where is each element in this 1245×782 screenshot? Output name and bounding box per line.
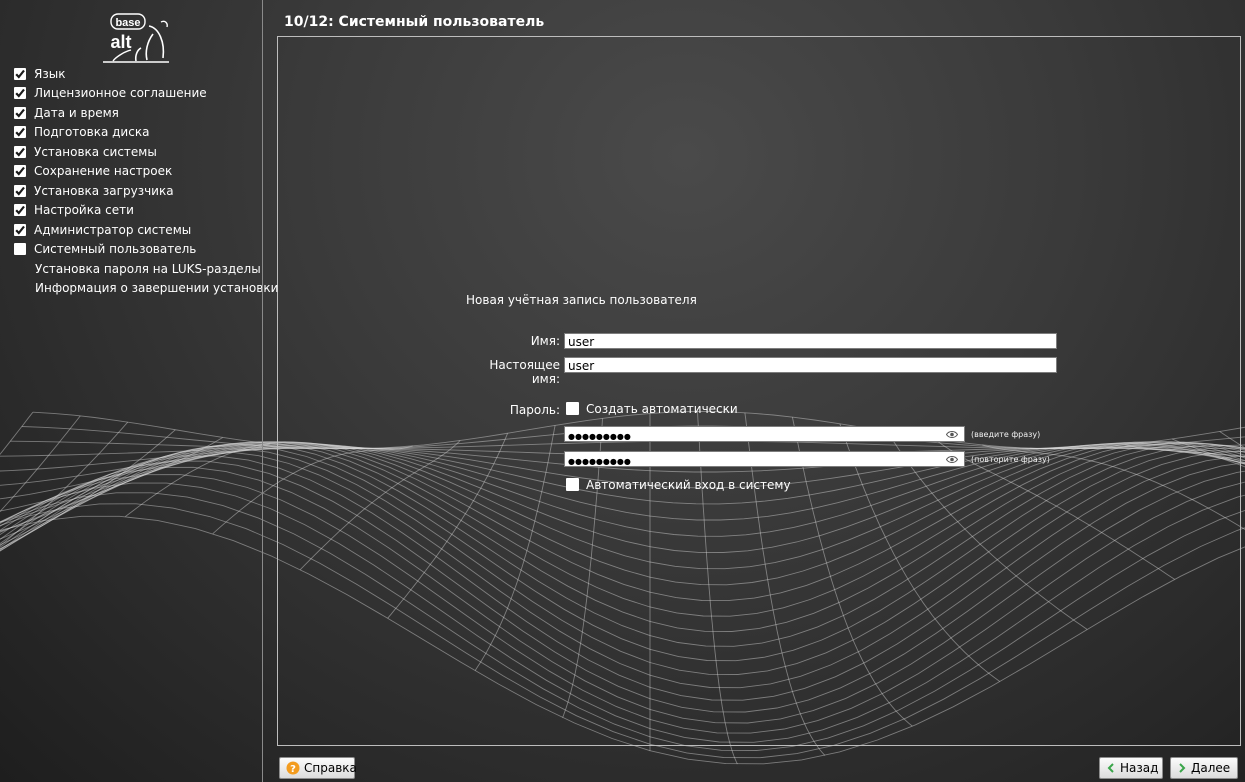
auto-password-label: Создать автоматически bbox=[586, 402, 738, 416]
arrow-left-icon bbox=[1106, 763, 1116, 773]
password-hint: (введите фразу) bbox=[971, 430, 1041, 439]
step-label: Подготовка диска bbox=[34, 125, 150, 140]
realname-input[interactable]: user bbox=[564, 357, 1057, 373]
eye-icon[interactable] bbox=[946, 430, 958, 439]
step-checked-checkbox bbox=[14, 165, 26, 178]
check-icon bbox=[15, 128, 25, 137]
step-unchecked-checkbox bbox=[14, 243, 26, 256]
step-label: Дата и время bbox=[34, 105, 119, 120]
step-label: Лицензионное соглашение bbox=[34, 86, 207, 101]
password-repeat-hint: (повторите фразу) bbox=[971, 455, 1050, 464]
check-icon bbox=[15, 167, 25, 176]
step-item: Сохранение настроек bbox=[0, 162, 262, 182]
step-item: Системный пользователь bbox=[0, 240, 262, 260]
page-title: 10/12: Системный пользователь bbox=[284, 14, 545, 30]
step-label: Сохранение настроек bbox=[34, 164, 173, 179]
step-checked-checkbox bbox=[14, 184, 26, 197]
check-icon bbox=[15, 108, 25, 118]
step-item: Язык bbox=[0, 64, 262, 84]
help-button-label: Справка bbox=[304, 761, 357, 775]
step-item: Установка системы bbox=[0, 142, 262, 162]
check-icon bbox=[15, 186, 25, 196]
step-label: Системный пользователь bbox=[34, 242, 197, 257]
name-input[interactable]: user bbox=[564, 333, 1057, 349]
arrow-right-icon bbox=[1177, 763, 1187, 773]
check-icon bbox=[15, 147, 25, 157]
basealt-logo: base alt bbox=[101, 12, 171, 64]
step-item: Администратор системы bbox=[0, 220, 262, 240]
name-label: Имя: bbox=[530, 334, 560, 348]
back-button-label: Назад bbox=[1120, 761, 1159, 775]
password-repeat-input[interactable]: ●●●●●●●●● bbox=[564, 451, 965, 467]
main-panel bbox=[277, 36, 1241, 746]
password-repeat-mask: ●●●●●●●●● bbox=[568, 457, 631, 466]
installer-steps: Язык Лицензионное соглашение Дата и время П… bbox=[0, 64, 278, 299]
check-icon bbox=[15, 206, 25, 215]
step-label: Установка системы bbox=[34, 144, 157, 159]
step-label: Установка загрузчика bbox=[34, 183, 174, 198]
autologin-checkbox[interactable] bbox=[566, 478, 579, 491]
step-checked-checkbox bbox=[14, 67, 26, 80]
step-checked-checkbox bbox=[14, 87, 26, 100]
step-checked-checkbox bbox=[14, 204, 26, 217]
step-item: Настройка сети bbox=[0, 201, 262, 221]
step-checked-checkbox bbox=[14, 126, 26, 139]
realname-label: Настоящее имя: bbox=[489, 358, 560, 386]
step-checked-checkbox bbox=[14, 106, 26, 119]
help-icon: ? bbox=[286, 761, 300, 775]
password-mask: ●●●●●●●●● bbox=[568, 432, 631, 441]
check-icon bbox=[15, 89, 25, 98]
step-item: Лицензионное соглашение bbox=[0, 84, 262, 104]
step-item: Подготовка диска bbox=[0, 123, 262, 143]
autologin-label: Автоматический вход в систему bbox=[586, 478, 791, 492]
section-title: Новая учётная запись пользователя bbox=[466, 293, 697, 307]
password-label: Пароль: bbox=[509, 403, 560, 417]
check-icon bbox=[15, 225, 25, 235]
next-button-label: Далее bbox=[1191, 761, 1231, 775]
step-item: Дата и время bbox=[0, 103, 262, 123]
step-label: Администратор системы bbox=[34, 222, 192, 237]
logo-alt-text: alt bbox=[110, 32, 131, 52]
help-button[interactable]: ? Справка bbox=[279, 757, 357, 779]
step-item: Установка загрузчика bbox=[0, 181, 262, 201]
step-checked-checkbox bbox=[14, 145, 26, 158]
eye-icon[interactable] bbox=[946, 455, 958, 464]
step-item: Установка пароля на LUKS-разделы bbox=[0, 259, 262, 279]
auto-password-checkbox[interactable] bbox=[566, 402, 579, 415]
logo-base-text: base bbox=[115, 17, 140, 29]
step-label: Язык bbox=[34, 66, 66, 81]
back-button[interactable]: Назад bbox=[1099, 757, 1163, 779]
step-label: Настройка сети bbox=[34, 203, 134, 218]
sidebar-divider bbox=[262, 0, 263, 782]
step-label: Установка пароля на LUKS-разделы bbox=[35, 261, 261, 276]
svg-text:?: ? bbox=[290, 764, 296, 775]
step-checked-checkbox bbox=[14, 223, 26, 236]
step-item: Информация о завершении установки bbox=[0, 279, 278, 299]
next-button[interactable]: Далее bbox=[1170, 757, 1238, 779]
step-label: Информация о завершении установки bbox=[35, 281, 279, 296]
check-icon bbox=[15, 69, 25, 79]
password-input[interactable]: ●●●●●●●●● bbox=[564, 426, 965, 442]
